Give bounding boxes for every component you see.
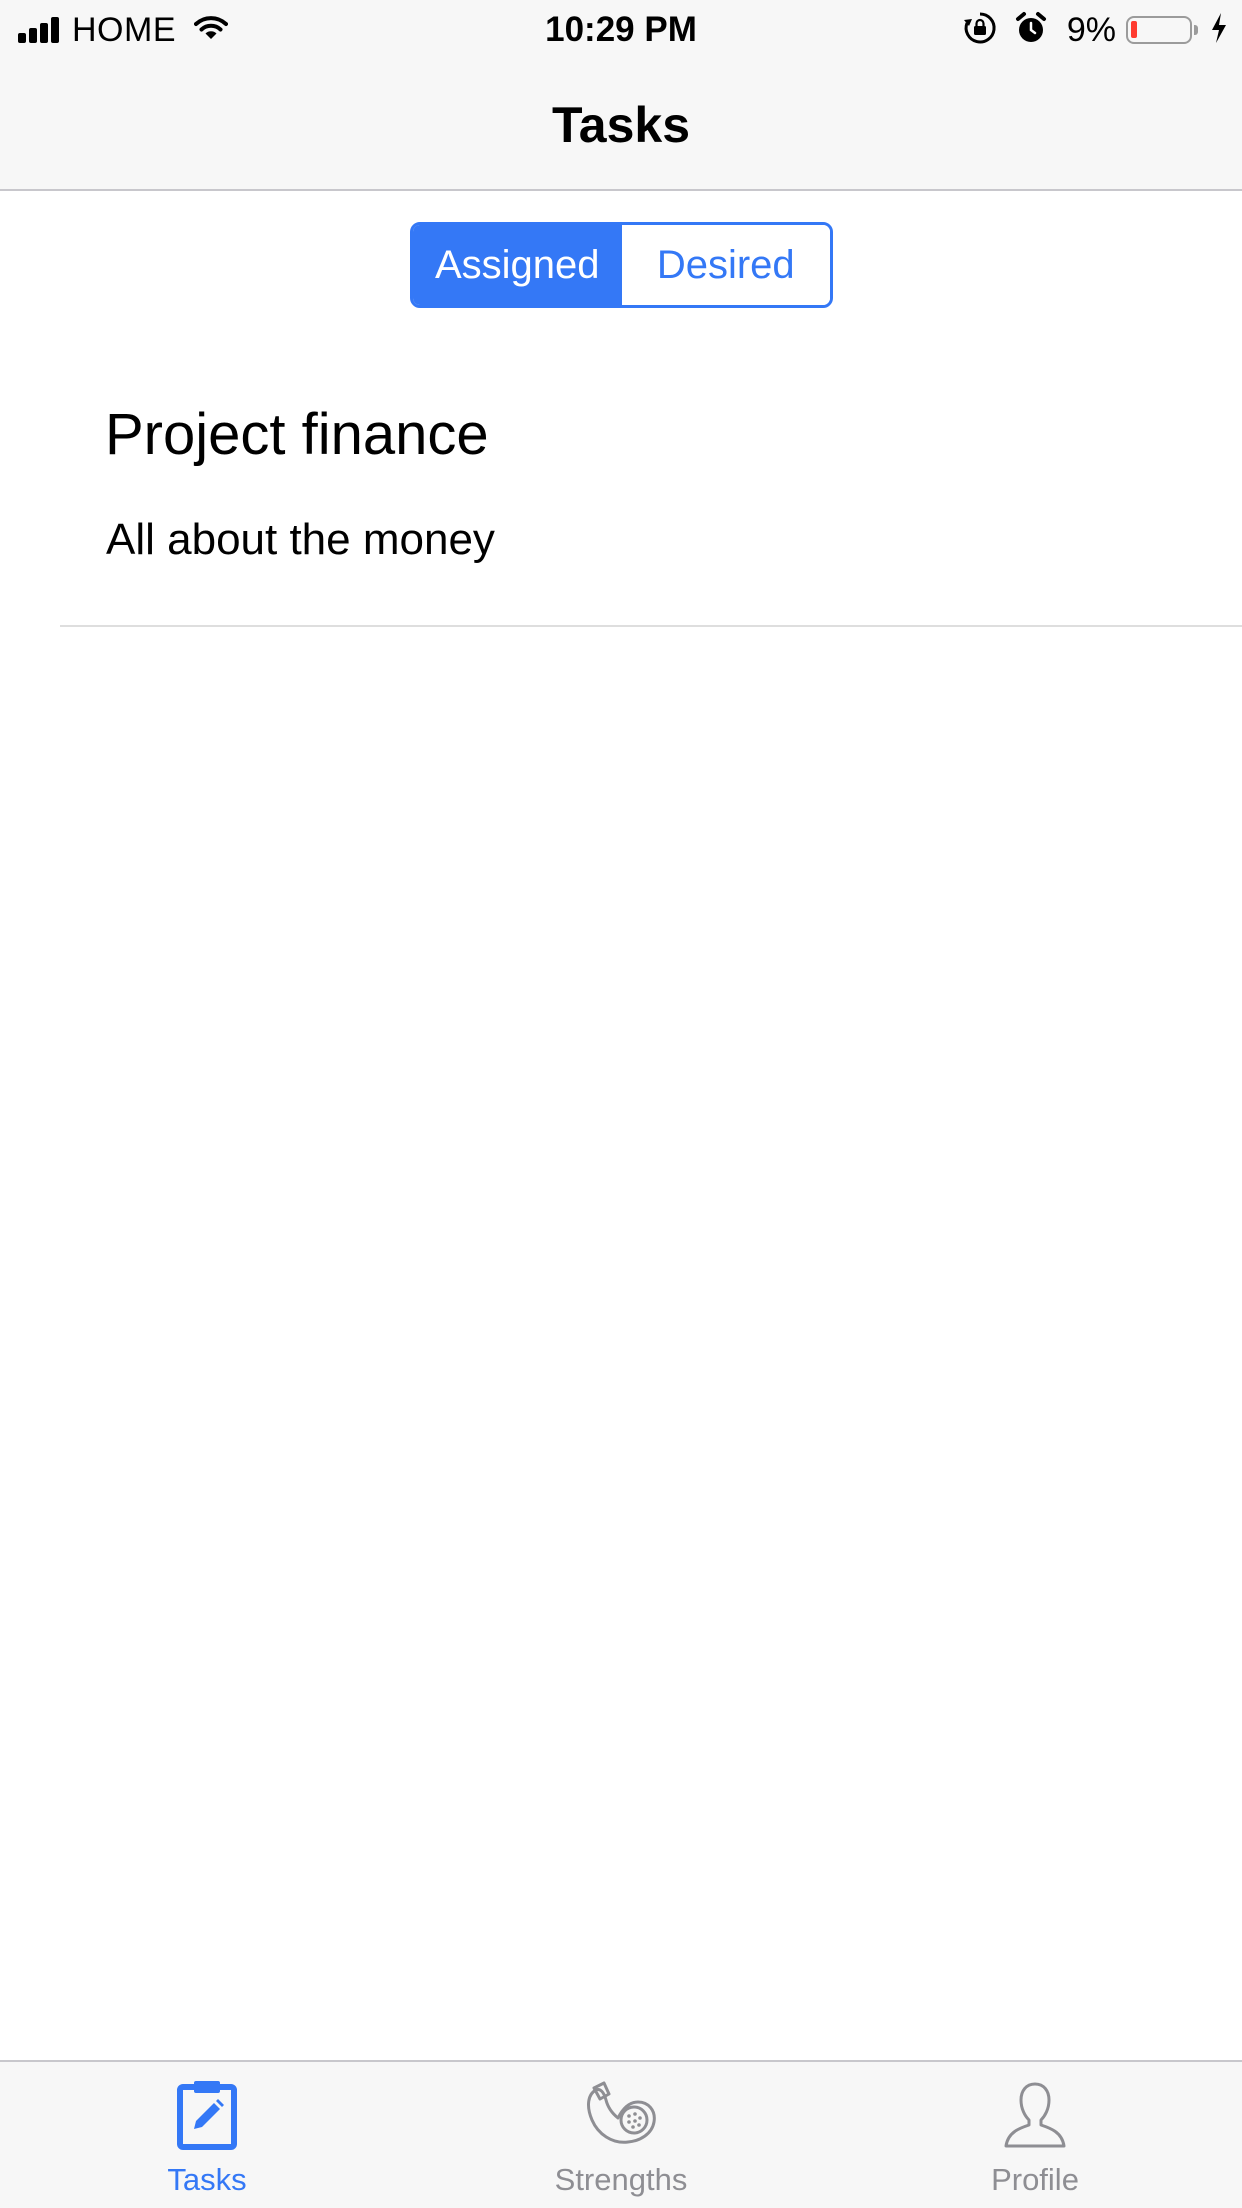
status-right: 9%: [951, 8, 1228, 52]
strengths-icon: [414, 2080, 828, 2150]
battery-fill: [1131, 21, 1137, 38]
tab-tasks[interactable]: Tasks: [0, 2062, 414, 2208]
tab-bar: Tasks Strengths Profile: [0, 2060, 1242, 2208]
tab-strengths[interactable]: Strengths: [414, 2062, 828, 2208]
segment-assigned[interactable]: Assigned: [413, 225, 622, 305]
navigation-bar: Tasks: [0, 60, 1242, 191]
page-title: Tasks: [551, 97, 691, 153]
alarm-icon: [1015, 11, 1047, 50]
task-title: Project finance: [105, 402, 489, 467]
clipboard-edit-icon: [0, 2080, 414, 2150]
person-icon: [828, 2080, 1242, 2150]
tab-label: Tasks: [167, 2162, 247, 2197]
segment-desired[interactable]: Desired: [621, 225, 830, 305]
tab-label: Strengths: [554, 2162, 688, 2197]
orientation-lock-icon: [963, 11, 997, 50]
charging-bolt-icon: [1210, 12, 1228, 49]
task-list-item[interactable]: Project finance All about the money: [60, 380, 1242, 627]
status-bar: HOME 10:29 PM 9%: [0, 0, 1242, 60]
battery-tip: [1194, 25, 1198, 35]
battery-percent: 9%: [1066, 10, 1116, 49]
tab-profile[interactable]: Profile: [828, 2062, 1242, 2208]
tab-label: Profile: [991, 2162, 1079, 2197]
segmented-control: Assigned Desired: [410, 222, 833, 308]
battery-icon: [1126, 16, 1192, 44]
task-subtitle: All about the money: [106, 515, 495, 564]
